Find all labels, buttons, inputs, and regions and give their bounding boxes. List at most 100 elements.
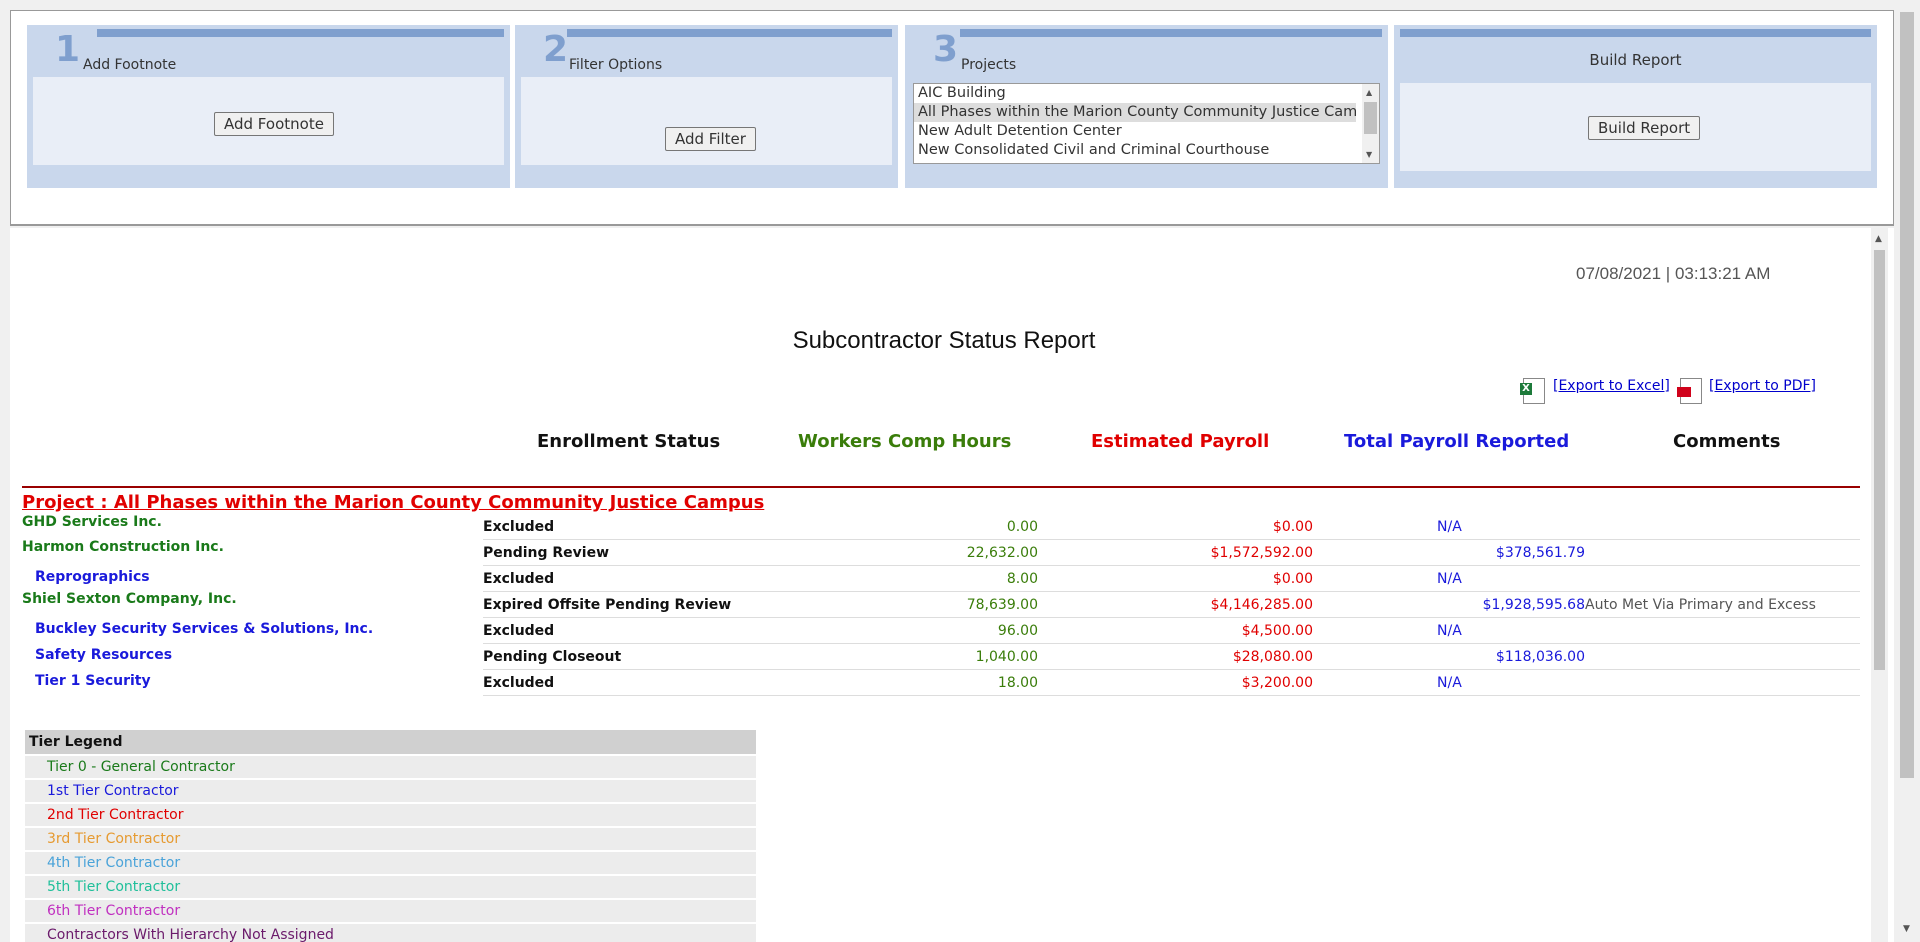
panel-projects: 3 Projects AIC Building All Phases withi…: [905, 25, 1388, 188]
estimated-payroll: $1,572,592.00: [1210, 545, 1313, 561]
workers-comp-hours: 78,639.00: [966, 597, 1038, 613]
column-header-estimated: Estimated Payroll: [1091, 431, 1270, 452]
workers-comp-hours: 1,040.00: [975, 649, 1038, 665]
legend-item-tier-2: 2nd Tier Contractor: [25, 804, 756, 826]
enrollment-status: Excluded: [483, 675, 555, 691]
step-number: 2: [543, 29, 569, 70]
enrollment-status: Excluded: [483, 571, 555, 587]
comments: Auto Met Via Primary and Excess: [1585, 597, 1816, 613]
panel-title: Filter Options: [569, 57, 663, 73]
page-scroll-thumb[interactable]: [1900, 12, 1914, 778]
project-option-courthouse[interactable]: New Consolidated Civil and Criminal Cour…: [914, 141, 1356, 160]
page-scrollbar[interactable]: ▼: [1894, 0, 1920, 942]
subcontractor-name: Safety Resources: [35, 647, 173, 663]
workers-comp-hours: 18.00: [997, 675, 1038, 691]
pdf-icon[interactable]: [1677, 378, 1702, 404]
panel-body: Build Report: [1400, 83, 1871, 171]
legend-item-tier-3: 3rd Tier Contractor: [25, 828, 756, 850]
total-payroll-reported: N/A: [1437, 675, 1462, 691]
panel-add-footnote: 1 Add Footnote Add Footnote: [27, 25, 510, 188]
workers-comp-hours: 8.00: [1006, 571, 1038, 587]
column-header-reported: Total Payroll Reported: [1344, 431, 1570, 452]
estimated-payroll: $28,080.00: [1232, 649, 1313, 665]
panel-header-bar: [567, 29, 892, 37]
listbox-scroll-thumb[interactable]: [1364, 102, 1377, 134]
table-row: Excluded 8.00 $0.00 N/A: [483, 566, 1860, 592]
estimated-payroll: $3,200.00: [1241, 675, 1313, 691]
listbox-scrollbar[interactable]: ▲ ▼: [1362, 84, 1379, 163]
workers-comp-hours: 0.00: [1006, 519, 1038, 535]
enrollment-status: Pending Closeout: [483, 649, 622, 665]
add-filter-button[interactable]: Add Filter: [665, 127, 756, 151]
tier-legend: Tier Legend Tier 0 - General Contractor …: [25, 730, 756, 942]
panel-filter-options: 2 Filter Options Add Filter: [515, 25, 898, 188]
workers-comp-hours: 22,632.00: [966, 545, 1038, 561]
subcontractor-name: Reprographics: [35, 569, 150, 585]
report-title: Subcontractor Status Report: [792, 327, 1096, 354]
panel-header-bar: [1400, 29, 1871, 37]
add-footnote-button[interactable]: Add Footnote: [214, 112, 334, 136]
table-row: Excluded 18.00 $3,200.00 N/A: [483, 670, 1860, 696]
legend-item-tier-5: 5th Tier Contractor: [25, 876, 756, 898]
project-option-adult-detention[interactable]: New Adult Detention Center: [914, 122, 1356, 141]
enrollment-status: Excluded: [483, 519, 555, 535]
export-excel-link[interactable]: [Export to Excel]: [1553, 378, 1670, 394]
total-payroll-reported: $1,928,595.68: [1482, 597, 1585, 613]
total-payroll-reported: $118,036.00: [1495, 649, 1585, 665]
enrollment-status: Excluded: [483, 623, 555, 639]
panel-title: Projects: [961, 57, 1017, 73]
build-report-button[interactable]: Build Report: [1588, 116, 1701, 140]
report-scroll-thumb[interactable]: [1874, 250, 1885, 670]
project-heading: Project : All Phases within the Marion C…: [22, 492, 765, 513]
total-payroll-reported: N/A: [1437, 519, 1462, 535]
column-header-enrollment: Enrollment Status: [537, 431, 721, 452]
workers-comp-hours: 96.00: [997, 623, 1038, 639]
project-option-all-phases[interactable]: All Phases within the Marion County Comm…: [914, 103, 1356, 122]
export-pdf-link[interactable]: [Export to PDF]: [1709, 378, 1816, 394]
project-option-aic-building[interactable]: AIC Building: [914, 84, 1356, 103]
tier-legend-title: Tier Legend: [25, 730, 756, 754]
panel-build-report: Build Report Build Report: [1394, 25, 1877, 188]
subcontractor-name: Tier 1 Security: [35, 673, 151, 689]
estimated-payroll: $0.00: [1272, 519, 1313, 535]
excel-icon[interactable]: X: [1520, 378, 1545, 404]
legend-item-tier-1: 1st Tier Contractor: [25, 780, 756, 802]
scroll-up-arrow-icon[interactable]: ▲: [1366, 88, 1372, 97]
table-row: Excluded 0.00 $0.00 N/A: [483, 514, 1860, 540]
legend-item-tier-4: 4th Tier Contractor: [25, 852, 756, 874]
projects-listbox[interactable]: AIC Building All Phases within the Mario…: [913, 83, 1380, 164]
scroll-up-arrow-icon[interactable]: ▲: [1875, 234, 1882, 244]
legend-item-tier-0: Tier 0 - General Contractor: [25, 756, 756, 778]
estimated-payroll: $4,146,285.00: [1210, 597, 1313, 613]
panel-title: Add Footnote: [83, 57, 177, 73]
column-header-comments: Comments: [1673, 431, 1781, 452]
total-payroll-reported: N/A: [1437, 571, 1462, 587]
subcontractor-name: Harmon Construction Inc.: [22, 539, 224, 555]
subcontractor-name: GHD Services Inc.: [22, 514, 162, 530]
panel-body: Add Footnote: [33, 77, 504, 165]
legend-item-unassigned: Contractors With Hierarchy Not Assigned: [25, 924, 756, 942]
step-number: 1: [55, 29, 81, 70]
panel-title: Build Report: [1589, 51, 1682, 69]
column-header-hours: Workers Comp Hours: [798, 431, 1012, 452]
step-number: 3: [933, 29, 959, 70]
table-row: Pending Closeout 1,040.00 $28,080.00 $11…: [483, 644, 1860, 670]
legend-item-tier-6: 6th Tier Contractor: [25, 900, 756, 922]
table-row: Expired Offsite Pending Review 78,639.00…: [483, 592, 1860, 618]
panel-header-bar: [97, 29, 504, 37]
report-timestamp: 07/08/2021 | 03:13:21 AM: [1576, 264, 1771, 283]
panel-body: Add Filter: [521, 77, 892, 165]
enrollment-status: Expired Offsite Pending Review: [483, 597, 732, 613]
report-scrollbar[interactable]: ▲: [1871, 228, 1888, 942]
table-row: Pending Review 22,632.00 $1,572,592.00 $…: [483, 540, 1860, 566]
scroll-down-arrow-icon[interactable]: ▼: [1903, 924, 1910, 934]
subcontractor-name: Buckley Security Services & Solutions, I…: [35, 621, 374, 637]
report-frame: 07/08/2021 | 03:13:21 AM Subcontractor S…: [10, 228, 1894, 942]
estimated-payroll: $4,500.00: [1241, 623, 1313, 639]
total-payroll-reported: N/A: [1437, 623, 1462, 639]
panel-header-bar: [960, 29, 1382, 37]
scroll-down-arrow-icon[interactable]: ▼: [1366, 150, 1372, 159]
subcontractor-name: Shiel Sexton Company, Inc.: [22, 591, 237, 607]
total-payroll-reported: $378,561.79: [1495, 545, 1585, 561]
header-divider: [22, 486, 1860, 488]
